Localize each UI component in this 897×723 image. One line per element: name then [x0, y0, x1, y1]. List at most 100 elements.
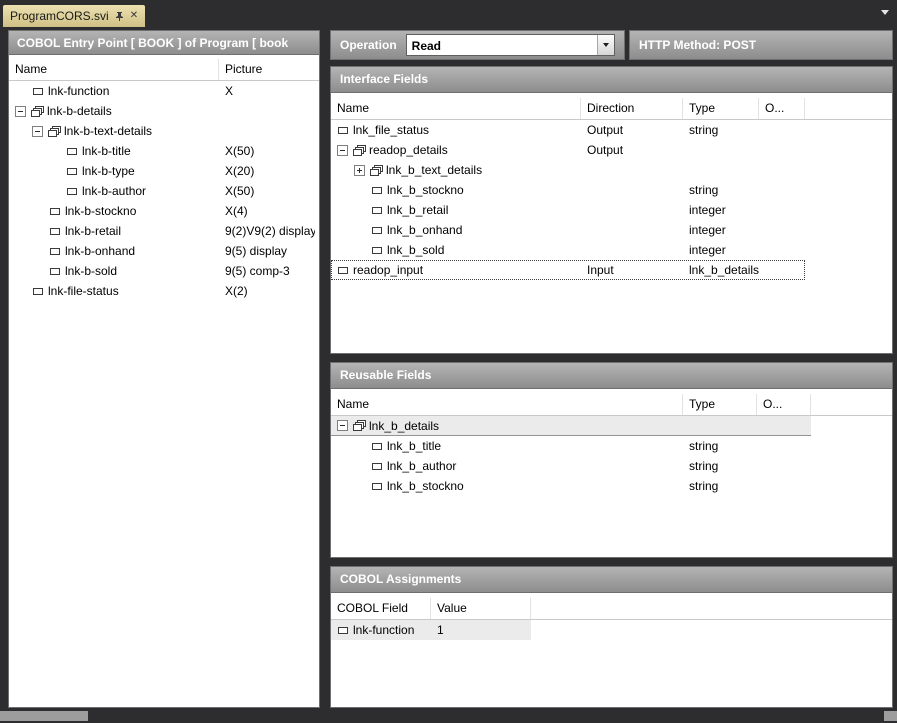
tree-row-lnk_b_retail[interactable]: lnk_b_retailinteger — [331, 200, 805, 220]
tree-row-lnk_b_title[interactable]: lnk_b_titlestring — [331, 436, 811, 456]
column-header-name[interactable]: Name — [9, 59, 219, 80]
collapse-icon[interactable] — [337, 420, 348, 431]
cobol-tree-table: Name Picture lnk-functionX lnk-b-details l… — [8, 55, 320, 708]
tree-row-lnk_b_author[interactable]: lnk_b_authorstring — [331, 456, 811, 476]
node-label: lnk-file-status — [48, 284, 119, 298]
reusable-fields-header-row: Name Type O... — [331, 394, 892, 416]
reusable-fields-rows: lnk_b_detailslnk_b_titlestringlnk_b_auth… — [331, 416, 892, 557]
interface-fields-table: Name Direction Type O... lnk_file_status… — [331, 93, 892, 353]
node-label: lnk-b-onhand — [65, 244, 135, 258]
cobol-assignments-section: COBOL Assignments COBOL Field Value lnk-… — [330, 566, 893, 708]
column-header-picture[interactable]: Picture — [219, 59, 319, 80]
field-item-icon — [371, 225, 384, 236]
pin-icon[interactable] — [115, 11, 124, 22]
cobol-tree-header-row: Name Picture — [9, 59, 319, 81]
tree-row-lnk-file-status[interactable]: lnk-file-statusX(2) — [9, 281, 315, 301]
column-header-spacer — [811, 394, 892, 415]
tree-row-lnk_b_onhand[interactable]: lnk_b_onhandinteger — [331, 220, 805, 240]
indent-spacer — [9, 151, 66, 152]
tree-row-lnk-b-type[interactable]: lnk-b-type X(20) — [9, 161, 315, 181]
picture-cell: X(50) — [219, 141, 315, 161]
field-item-icon — [66, 186, 79, 197]
tree-row-lnk-b-onhand[interactable]: lnk-b-onhand 9(5) display — [9, 241, 315, 261]
picture-cell: X(20) — [219, 161, 315, 181]
main-content: COBOL Entry Point [ BOOK ] of Program [ … — [0, 27, 897, 708]
tree-row-lnk-b-details[interactable]: lnk-b-details — [9, 101, 315, 121]
node-label: lnk-b-details — [47, 104, 112, 118]
tree-row-lnk_file_status[interactable]: lnk_file_statusOutputstring — [331, 120, 805, 140]
tree-row-lnk_b_stockno[interactable]: lnk_b_stocknostring — [331, 180, 805, 200]
collapse-icon[interactable] — [32, 126, 43, 137]
column-header-value[interactable]: Value — [431, 598, 531, 619]
close-icon[interactable]: ✕ — [130, 11, 138, 21]
combo-dropdown-button[interactable] — [597, 35, 614, 55]
column-header-direction[interactable]: Direction — [581, 98, 683, 119]
column-header-spacer — [805, 98, 892, 119]
indent-spacer — [331, 170, 354, 171]
tab-list-chevron-icon[interactable] — [881, 10, 889, 15]
column-header-name[interactable]: Name — [331, 98, 581, 119]
indent-spacer — [9, 291, 32, 292]
horizontal-scrollbar-thumb-left[interactable] — [0, 711, 88, 721]
tree-row-lnk-b-retail[interactable]: lnk-b-retail9(2)V9(2) display — [9, 221, 315, 241]
indent-spacer — [331, 466, 371, 467]
column-header-type[interactable]: Type — [683, 394, 757, 415]
collapse-icon[interactable] — [15, 106, 26, 117]
tab-programcors-svi[interactable]: ProgramCORS.svi ✕ — [3, 5, 145, 27]
tree-row-readop_input[interactable]: readop_inputInputlnk_b_details — [331, 260, 805, 280]
node-label: lnk-b-type — [82, 164, 135, 178]
field-item-icon — [371, 461, 384, 472]
tree-row-lnk-function[interactable]: lnk-functionX — [9, 81, 315, 101]
tree-row-lnk-function[interactable]: lnk-function1 — [331, 620, 531, 640]
direction-cell: Input — [581, 260, 683, 280]
tree-row-lnk_b_sold[interactable]: lnk_b_soldinteger — [331, 240, 805, 260]
node-label: readop_details — [369, 143, 448, 157]
tree-row-lnk-b-text-details[interactable]: lnk-b-text-details — [9, 121, 315, 141]
node-label: lnk-b-text-details — [64, 124, 152, 138]
indent-spacer — [9, 91, 32, 92]
field-item-icon — [49, 226, 62, 237]
node-label: lnk_b_text_details — [386, 163, 482, 177]
operation-selected-value: Read — [407, 35, 597, 55]
column-header-cobol-field[interactable]: COBOL Field — [331, 598, 431, 619]
indent-spacer — [331, 250, 371, 251]
chevron-down-icon — [603, 43, 609, 47]
service-interface-panel: Operation Read HTTP Method: POST Interfa… — [330, 30, 893, 708]
picture-cell: 9(5) display — [219, 241, 315, 261]
cobol-assignments-header-row: COBOL Field Value — [331, 598, 892, 620]
indent-spacer — [9, 231, 49, 232]
http-method-label: HTTP Method: POST — [639, 38, 756, 52]
type-cell: lnk_b_details — [683, 260, 759, 280]
group-item-icon — [31, 106, 44, 117]
horizontal-scrollbar-thumb-right[interactable] — [884, 711, 897, 721]
tree-row-readop_details[interactable]: readop_detailsOutput — [331, 140, 805, 160]
type-cell: string — [683, 120, 759, 140]
node-label: lnk-b-stockno — [65, 204, 136, 218]
group-item-icon — [48, 126, 61, 137]
field-item-icon — [49, 266, 62, 277]
collapse-icon[interactable] — [337, 145, 348, 156]
indent-spacer — [331, 446, 371, 447]
operation-select[interactable]: Read — [406, 34, 615, 56]
column-header-name[interactable]: Name — [331, 394, 683, 415]
field-item-icon — [49, 206, 62, 217]
column-header-spacer — [531, 598, 892, 619]
field-item-icon — [371, 481, 384, 492]
interface-fields-rows: lnk_file_statusOutputstringreadop_detail… — [331, 120, 892, 353]
tree-row-lnk-b-sold[interactable]: lnk-b-sold9(5) comp-3 — [9, 261, 315, 281]
tree-row-lnk-b-title[interactable]: lnk-b-titleX(50) — [9, 141, 315, 161]
tree-row-lnk-b-author[interactable]: lnk-b-authorX(50) — [9, 181, 315, 201]
tree-row-lnk-b-stockno[interactable]: lnk-b-stocknoX(4) — [9, 201, 315, 221]
operation-label: Operation — [340, 38, 397, 52]
column-header-occurs[interactable]: O... — [759, 98, 805, 119]
tree-row-lnk_b_stockno[interactable]: lnk_b_stocknostring — [331, 476, 811, 496]
reusable-fields-title: Reusable Fields — [331, 363, 892, 389]
tree-row-lnk_b_text_details[interactable]: lnk_b_text_details — [331, 160, 805, 180]
interface-fields-title: Interface Fields — [331, 67, 892, 93]
expand-icon[interactable] — [354, 165, 365, 176]
column-header-occurs[interactable]: O... — [757, 394, 811, 415]
tree-row-lnk_b_details[interactable]: lnk_b_details — [331, 416, 811, 436]
indent-spacer — [331, 230, 371, 231]
column-header-type[interactable]: Type — [683, 98, 759, 119]
field-item-icon — [337, 625, 350, 636]
